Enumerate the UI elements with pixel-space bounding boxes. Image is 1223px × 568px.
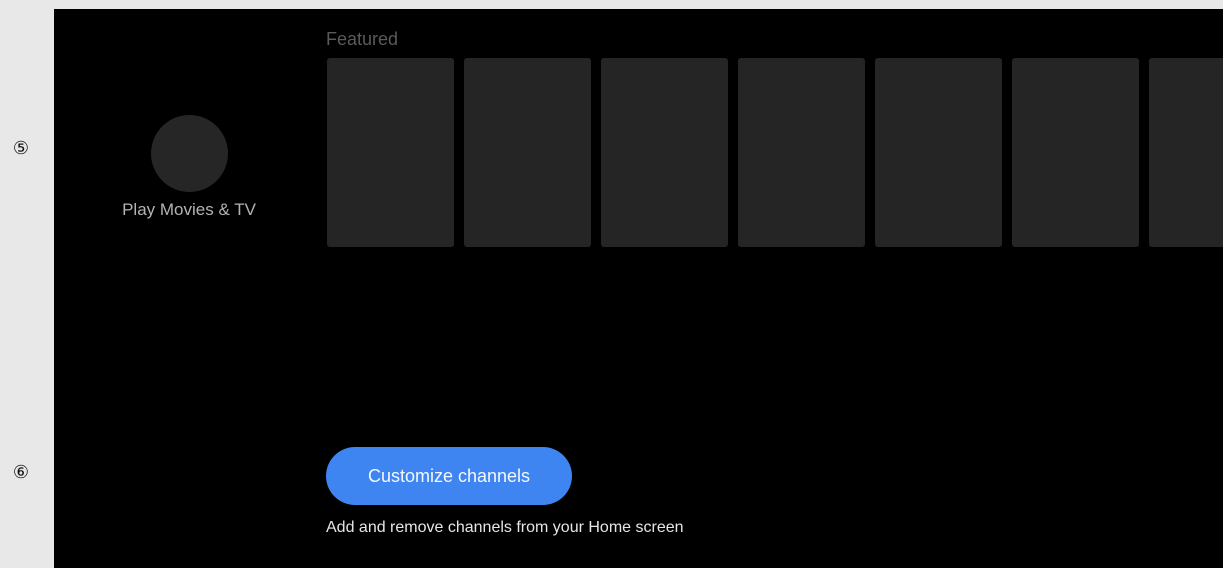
- featured-cards-row: [327, 58, 1223, 247]
- featured-card-4[interactable]: [738, 58, 865, 247]
- featured-card-2[interactable]: [464, 58, 591, 247]
- marker-5: ⑤: [12, 138, 30, 158]
- app-logo-placeholder: [150, 115, 228, 192]
- featured-row-title: Featured: [326, 29, 399, 49]
- featured-card-6[interactable]: [1012, 58, 1139, 247]
- app-channel-play-movies[interactable]: Play Movies & TV: [114, 115, 264, 220]
- customize-channels-description: Add and remove channels from your Home s…: [326, 519, 684, 536]
- featured-card-3[interactable]: [601, 58, 728, 247]
- featured-card-1[interactable]: [327, 58, 454, 247]
- app-name: Play Movies & TV: [122, 200, 256, 219]
- annotation-gutter: ⑤ ⑥: [0, 0, 54, 568]
- featured-card-5[interactable]: [875, 58, 1002, 247]
- featured-card-7[interactable]: [1149, 58, 1223, 247]
- tv-home-screen: Play Movies & TV Featured Customize chan…: [54, 9, 1223, 568]
- customize-channels-button[interactable]: Customize channels: [326, 447, 572, 505]
- marker-6: ⑥: [12, 462, 30, 482]
